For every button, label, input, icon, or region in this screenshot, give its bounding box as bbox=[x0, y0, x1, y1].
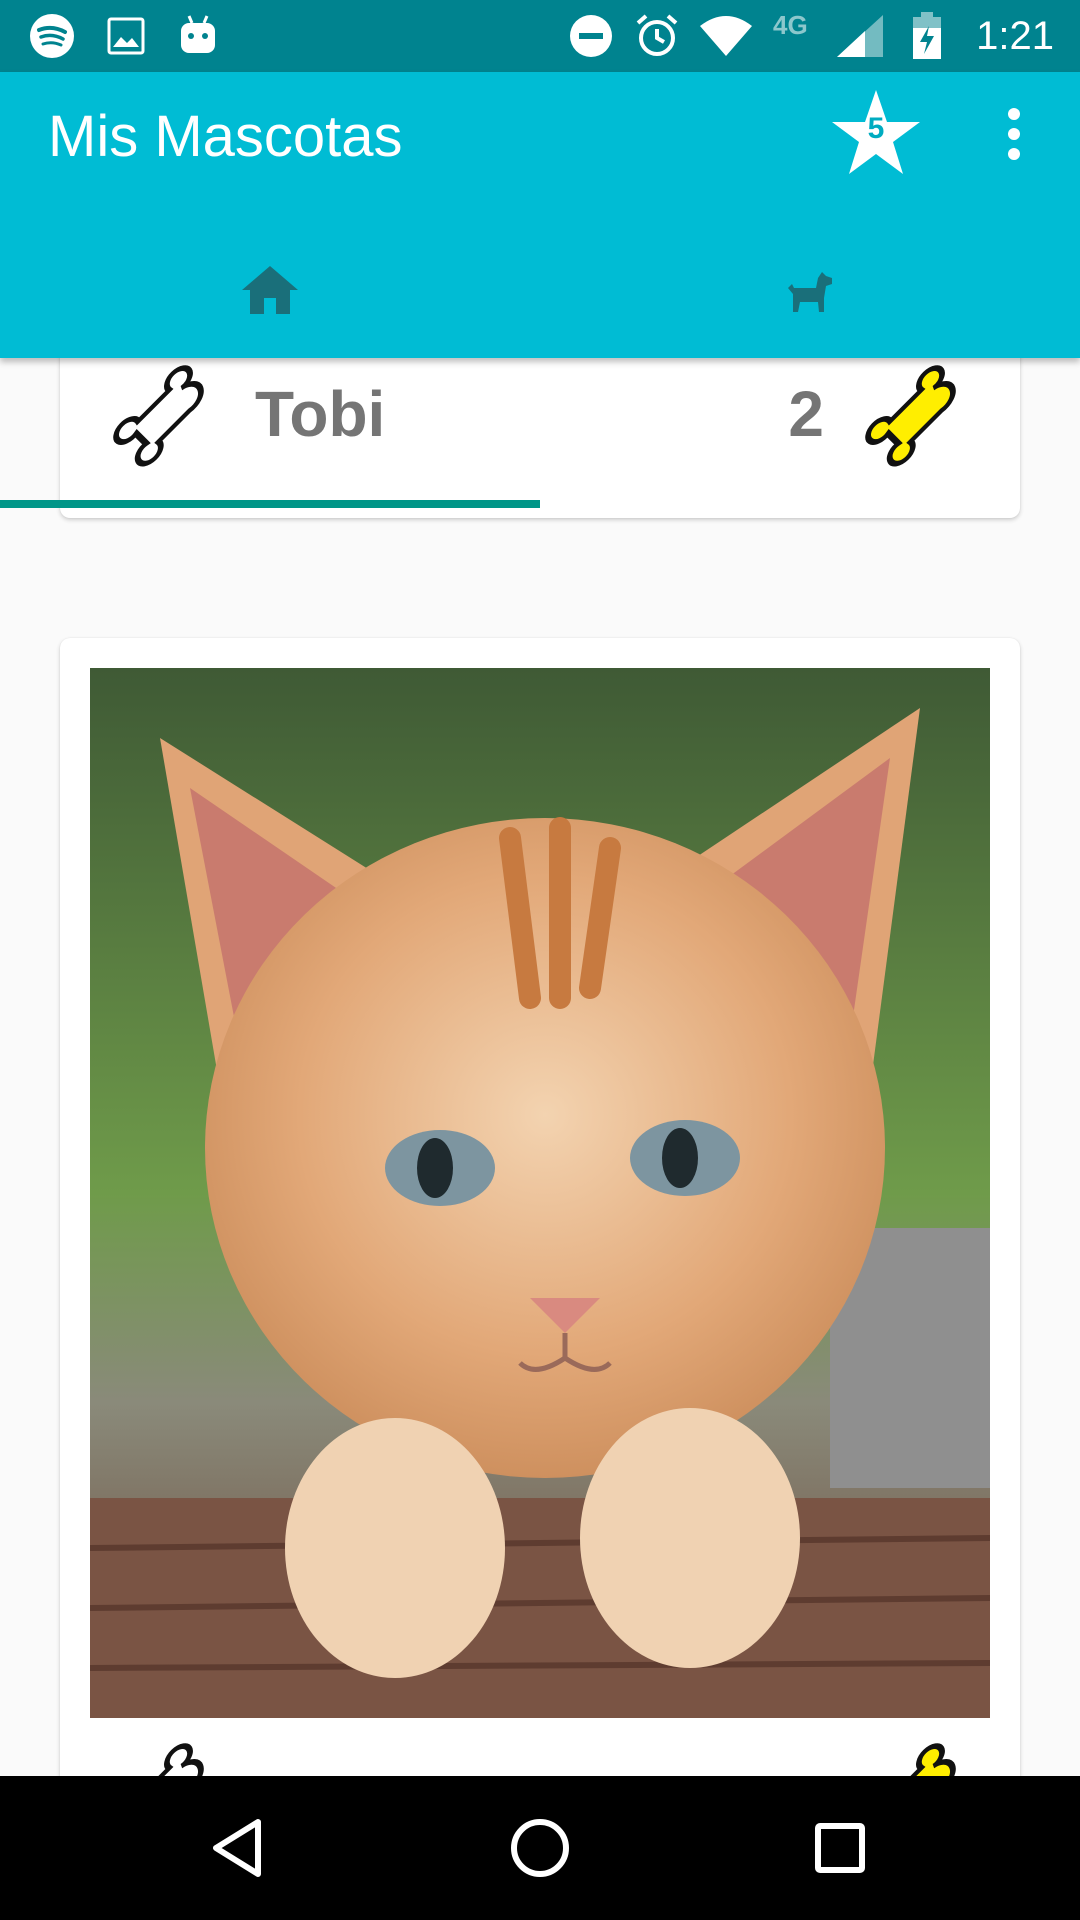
status-bar: 4G 1:21 bbox=[0, 0, 1080, 72]
screen: 4G 1:21 Mis Mascotas 5 Tobi 2 bbox=[0, 0, 1080, 1920]
clock: 1:21 bbox=[976, 14, 1054, 58]
spotify-icon bbox=[28, 12, 76, 60]
back-button[interactable] bbox=[192, 1800, 288, 1896]
home-icon bbox=[242, 266, 298, 314]
recents-icon bbox=[815, 1823, 865, 1873]
alarm-icon bbox=[634, 12, 680, 60]
network-type: 4G bbox=[773, 10, 808, 40]
tab-indicator bbox=[0, 500, 540, 508]
battery-charging-icon bbox=[910, 12, 944, 60]
favorites-button[interactable]: 5 bbox=[828, 86, 924, 182]
bone-outline-icon[interactable] bbox=[102, 354, 226, 478]
pet-name: Tobi bbox=[255, 378, 386, 450]
signal-icon bbox=[834, 12, 886, 60]
pet-card bbox=[60, 638, 1020, 1878]
recents-button[interactable] bbox=[792, 1800, 888, 1896]
more-options-button[interactable] bbox=[990, 98, 1038, 170]
page-title: Mis Mascotas bbox=[48, 104, 403, 169]
image-icon bbox=[106, 12, 146, 60]
kitten-photo bbox=[89, 668, 991, 1718]
home-button[interactable] bbox=[492, 1800, 588, 1896]
navigation-bar bbox=[0, 1776, 1080, 1920]
wifi-icon bbox=[696, 12, 756, 60]
tab-bar bbox=[0, 222, 1080, 508]
back-icon bbox=[213, 1819, 261, 1877]
pet-card-footer: Tobi 2 bbox=[60, 352, 1020, 482]
favorites-count: 5 bbox=[867, 112, 885, 145]
pet-rating: 2 bbox=[788, 378, 824, 450]
android-icon bbox=[176, 12, 220, 60]
tab-pet-profile[interactable] bbox=[540, 222, 1080, 358]
bone-yellow-icon bbox=[854, 354, 978, 478]
home-circle-icon bbox=[511, 1819, 569, 1877]
app-bar: Mis Mascotas 5 bbox=[0, 72, 1080, 508]
do-not-disturb-icon bbox=[568, 12, 614, 60]
dog-icon bbox=[788, 272, 832, 312]
tab-home[interactable] bbox=[0, 222, 540, 358]
